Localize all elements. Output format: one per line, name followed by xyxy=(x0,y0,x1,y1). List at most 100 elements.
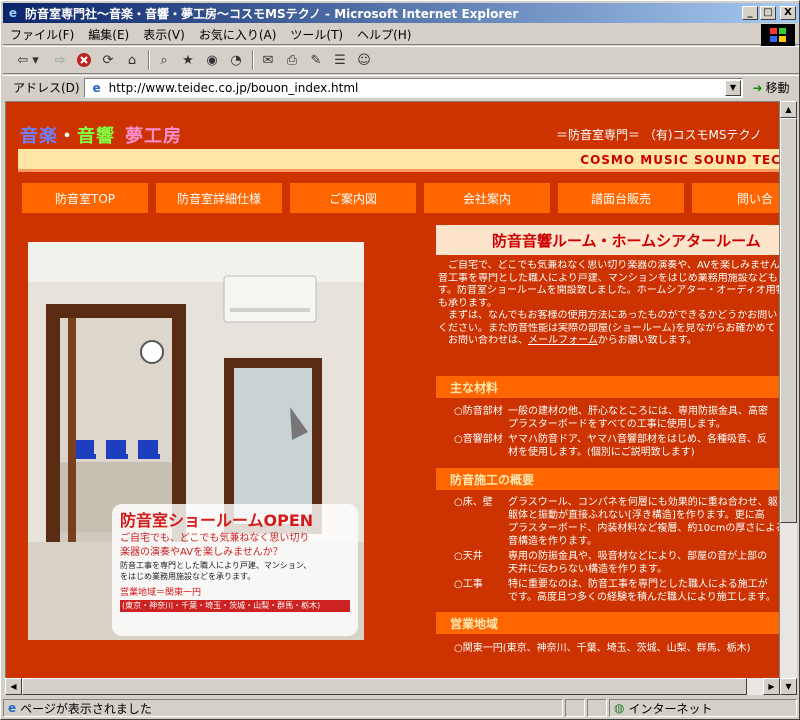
address-input[interactable]: e http://www.teidec.co.jp/bouon_index.ht… xyxy=(83,77,743,98)
go-arrow-icon: ➜ xyxy=(752,80,763,95)
discuss-icon[interactable]: ☰ xyxy=(329,49,351,71)
status-zone-pane: ◍ インターネット xyxy=(609,699,797,717)
row-value: ヤマハ防音ドア、ヤマハ音響部材をはじめ、各種吸音、反 材を使用します。(個別にご説… xyxy=(508,433,779,459)
scroll-down-icon[interactable]: ▼ xyxy=(780,678,797,695)
status-text-pane: e ページが表示されました xyxy=(3,699,563,717)
nav-map[interactable]: ご案内図 xyxy=(290,183,416,213)
scroll-up-icon[interactable]: ▲ xyxy=(780,101,797,118)
menu-edit[interactable]: 編集(E) xyxy=(81,26,136,43)
window-title: 防音室専門社～音楽・音響・夢工房～コスモMSテクノ - Microsoft In… xyxy=(25,6,519,21)
status-pane xyxy=(587,699,607,717)
row-value-line: 一般の建材の他、肝心なところには、専用防振金具、高密 xyxy=(508,406,768,417)
row-key: ○防音部材 xyxy=(454,406,503,417)
showroom-banner[interactable]: 防音室ショールームOPEN ご自宅でも、どこでも気兼ねなく思い切り 楽器の演奏や… xyxy=(112,504,358,636)
address-dropdown-icon[interactable]: ▼ xyxy=(725,79,741,96)
back-arrow-icon[interactable]: ⇦ ▾ xyxy=(9,49,47,71)
stop-icon[interactable] xyxy=(73,49,95,71)
logo-dream: 夢工房 xyxy=(125,126,182,147)
ie-logo-icon: e xyxy=(8,6,18,20)
menu-bar: ファイル(F) 編集(E) 表示(V) お気に入り(A) ツール(T) ヘルプ(… xyxy=(3,24,799,46)
row-key: ○床、壁 xyxy=(454,497,493,508)
construction-row-work: ○工事 特に重要なのは、防音工事を専門とした職人による施工が です。高度且つ多くの… xyxy=(454,578,779,604)
home-icon[interactable]: ⌂ xyxy=(121,49,143,71)
section-area-title: 営業地域 xyxy=(436,612,779,634)
row-key: ○工事 xyxy=(454,579,483,590)
globe-icon: ◍ xyxy=(614,701,625,715)
row-value-line: プラスターボード、内装材料など複層、約10cmの厚さによる xyxy=(508,523,780,534)
row-value: 専用の防振金具や、吸音材などにより、部屋の音が上部の 天井に伝わらない構造を作りま… xyxy=(508,550,779,576)
menu-view[interactable]: 表示(V) xyxy=(136,26,192,43)
go-button[interactable]: ➜ 移動 xyxy=(743,79,799,96)
scroll-right-icon[interactable]: ▶ xyxy=(763,678,780,695)
close-button[interactable]: X xyxy=(780,6,796,20)
address-bar: アドレス(D) e http://www.teidec.co.jp/bouon_… xyxy=(3,75,799,99)
menu-file[interactable]: ファイル(F) xyxy=(3,26,81,43)
vertical-scroll-thumb[interactable] xyxy=(780,118,797,523)
media-icon[interactable]: ◉ xyxy=(201,49,223,71)
intro-line: す。防音室ショールームを開設致しました。ホームシアター・オーディオ用特 xyxy=(438,285,780,296)
menu-help[interactable]: ヘルプ(H) xyxy=(350,26,418,43)
showroom-line4: をはじめ業務用施設などを承ります。 xyxy=(120,572,256,581)
menu-tools[interactable]: ツール(T) xyxy=(283,26,350,43)
forward-arrow-icon[interactable]: ⇨ xyxy=(49,49,71,71)
title-bar[interactable]: e 防音室専門社～音楽・音響・夢工房～コスモMSテクノ - Microsoft … xyxy=(3,3,799,23)
vertical-scrollbar[interactable]: ▲ ▼ xyxy=(780,101,797,695)
row-value-line: 特に重要なのは、防音工事を専門とした職人による施工が xyxy=(508,579,768,590)
minimize-button[interactable]: _ xyxy=(742,6,758,20)
row-value-line: 専用の防振金具や、吸音材などにより、部屋の音が上部の xyxy=(508,551,768,562)
search-icon[interactable]: ⌕ xyxy=(153,49,175,71)
site-logo[interactable]: 音楽・音響 夢工房 xyxy=(20,122,182,148)
nav-music-stand[interactable]: 譜面台販売 xyxy=(558,183,684,213)
mail-icon[interactable]: ✉ xyxy=(257,49,279,71)
intro-line: 音工事を専門とした職人により戸建、マンションをはじめ業務用施設なども xyxy=(438,272,778,284)
nav-bouon-top[interactable]: 防音室TOP xyxy=(22,183,148,213)
horizontal-scroll-thumb[interactable] xyxy=(22,678,747,695)
materials-row-soundproof: ○防音部材 一般の建材の他、肝心なところには、専用防振金具、高密 プラスターボード… xyxy=(454,405,779,431)
toolbar-separator xyxy=(148,50,150,70)
logo-music: 音楽 xyxy=(20,126,58,147)
header-band: COSMO MUSIC SOUND TEC xyxy=(18,149,779,172)
refresh-icon[interactable]: ⟳ xyxy=(97,49,119,71)
row-value: グラスウール、コンパネを何層にも効果的に重ね合わせ、躯 躯体と振動が直接ふれない[… xyxy=(508,496,780,548)
favorites-icon[interactable]: ★ xyxy=(177,49,199,71)
row-key: ○関東一円(東京、神奈川、千葉、埼玉、茨城、山梨、群馬、栃木) xyxy=(454,643,751,654)
row-key: ○天井 xyxy=(454,551,483,562)
horizontal-scrollbar[interactable]: ◀ ▶ xyxy=(5,678,780,695)
address-url[interactable]: http://www.teidec.co.jp/bouon_index.html xyxy=(109,81,359,95)
windows-logo-icon xyxy=(761,24,795,46)
showroom-headline: 防音室ショールームOPEN xyxy=(120,511,314,530)
print-icon[interactable]: ⎙ xyxy=(281,49,303,71)
construction-row-floor: ○床、壁 グラスウール、コンパネを何層にも効果的に重ね合わせ、躯 躯体と振動が直接… xyxy=(454,496,780,548)
row-value-line: です。高度且つ多くの経験を積んだ職人により施工します。 xyxy=(508,592,776,603)
history-icon[interactable]: ◔ xyxy=(225,49,247,71)
status-pane xyxy=(565,699,585,717)
site-tagline: ＝防音室専門＝ （有)コスモMSテクノ xyxy=(556,128,762,142)
messenger-icon[interactable]: ☺ xyxy=(353,49,375,71)
showroom-line3: 防音工事を専門とした職人により戸建、マンション、 xyxy=(120,561,312,570)
row-value: 一般の建材の他、肝心なところには、専用防振金具、高密 プラスターボードをすべての工… xyxy=(508,405,779,431)
row-value-line: 躯体と振動が直接ふれない[浮き構造]を作ります。更に高 xyxy=(508,510,765,521)
status-page-icon: e xyxy=(8,701,17,715)
page-content: 音楽・音響 夢工房 ＝防音室専門＝ （有)コスモMSテクノ COSMO MUSIC… xyxy=(5,101,780,695)
edit-icon[interactable]: ✎ xyxy=(305,49,327,71)
nav-detail[interactable]: 防音室詳細仕様 xyxy=(156,183,282,213)
intro-line: お問い合わせは、メールフォームからお願い致します。 xyxy=(438,335,779,348)
status-bar: e ページが表示されました ◍ インターネット xyxy=(3,698,799,718)
row-value-line: 天井に伝わらない構造を作ります。 xyxy=(508,564,667,575)
status-zone: インターネット xyxy=(628,701,713,716)
maximize-button[interactable]: □ xyxy=(760,6,776,20)
nav-company[interactable]: 会社案内 xyxy=(424,183,550,213)
showroom-line1: ご自宅でも、どこでも気兼ねなく思い切り xyxy=(120,533,310,544)
row-value-line: 材を使用します。(個別にご説明致します) xyxy=(508,447,695,458)
row-value: 特に重要なのは、防音工事を専門とした職人による施工が です。高度且つ多くの経験を積… xyxy=(508,578,779,604)
intro-line: ご自宅で、どこでも気兼ねなく思い切り楽器の演奏や、AVを楽しみません xyxy=(438,260,780,271)
go-label: 移動 xyxy=(765,81,790,95)
intro-line: も承ります。 xyxy=(438,297,497,309)
main-heading: 防音音響ルーム・ホームシアタールーム xyxy=(436,225,779,255)
scroll-left-icon[interactable]: ◀ xyxy=(5,678,22,695)
menu-favorites[interactable]: お気に入り(A) xyxy=(192,26,284,43)
nav-contact[interactable]: 問い合 xyxy=(692,183,779,213)
mail-form-link[interactable]: メールフォーム xyxy=(528,335,598,346)
status-text: ページが表示されました xyxy=(20,701,152,716)
construction-row-ceiling: ○天井 専用の防振金具や、吸音材などにより、部屋の音が上部の 天井に伝わらない構造… xyxy=(454,550,779,576)
